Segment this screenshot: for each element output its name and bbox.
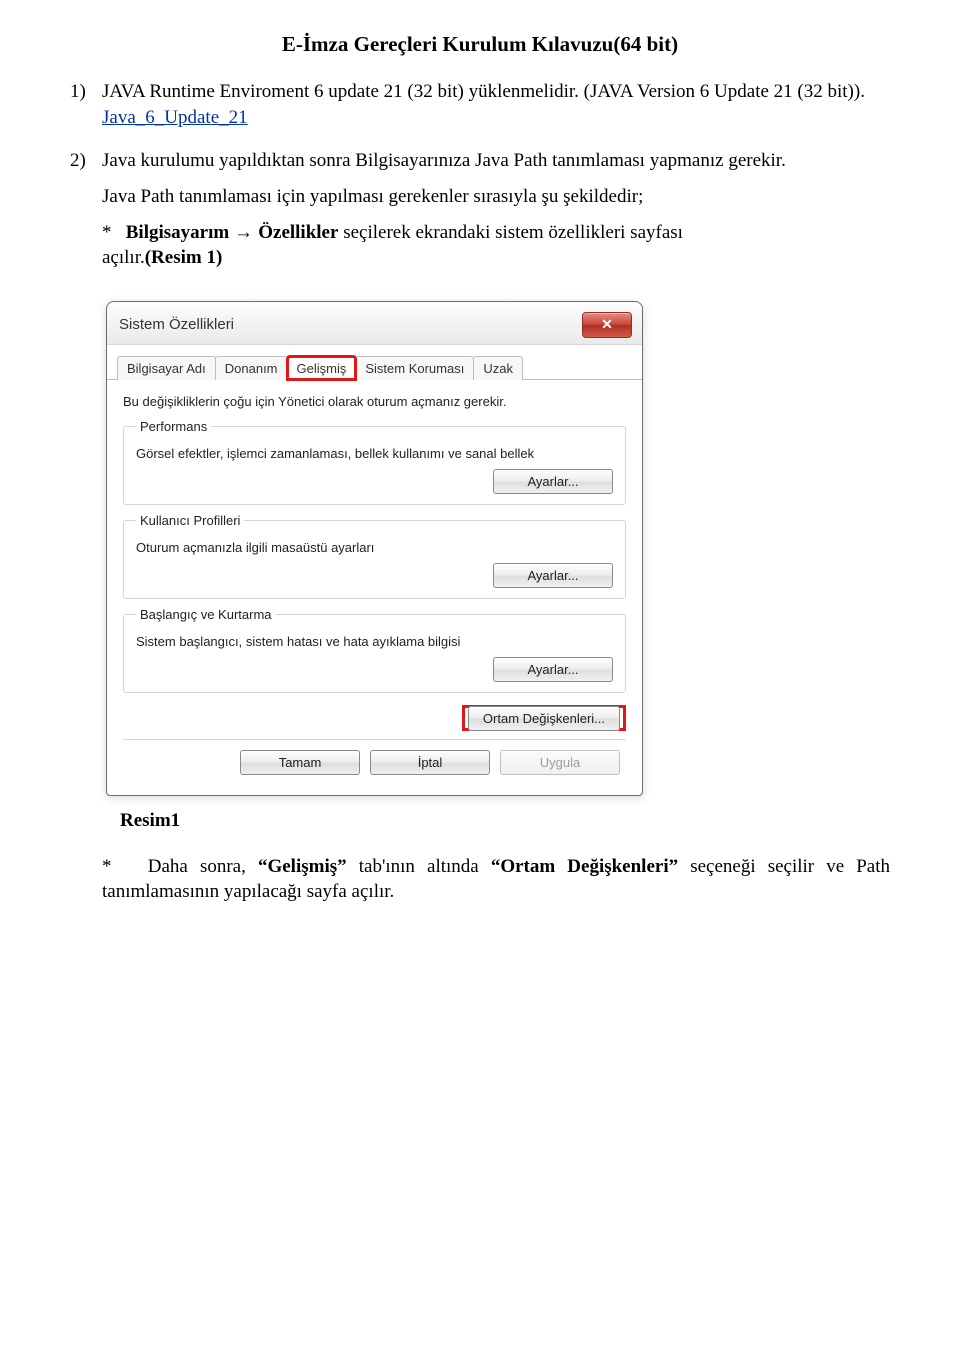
doc-title: E-İmza Gereçleri Kurulum Kılavuzu(64 bit… <box>70 32 890 57</box>
tab-row: Bilgisayar Adı Donanım Gelişmiş Sistem K… <box>107 345 642 380</box>
bullet-trail: açılır. <box>102 247 145 268</box>
apply-button[interactable]: Uygula <box>500 750 620 775</box>
system-properties-dialog: Sistem Özellikleri ✕ Bilgisayar Adı Dona… <box>106 301 643 796</box>
figure-1-caption: Resim1 <box>120 810 890 832</box>
tab-hardware[interactable]: Donanım <box>215 356 288 380</box>
tab-advanced[interactable]: Gelişmiş <box>287 356 357 380</box>
step-2-number: 2) <box>70 148 102 174</box>
bullet2-q1: “Gelişmiş” <box>258 856 359 877</box>
env-row: Ortam Değişkenleri... <box>123 701 626 731</box>
group-startup-recovery: Başlangıç ve Kurtarma Sistem başlangıcı,… <box>123 607 626 693</box>
bullet2-q2: “Ortam Değişkenleri” <box>491 856 690 877</box>
performance-settings-button[interactable]: Ayarlar... <box>493 469 613 494</box>
group-performance: Performans Görsel efektler, işlemci zama… <box>123 419 626 505</box>
divider <box>123 739 626 740</box>
close-button[interactable]: ✕ <box>582 312 632 338</box>
group-user-profiles: Kullanıcı Profilleri Oturum açmanızla il… <box>123 513 626 599</box>
bullet2-mid1: tab'ının altında <box>359 856 479 877</box>
instruction-intro: Java Path tanımlaması için yapılması ger… <box>102 184 890 210</box>
startup-recovery-settings-button[interactable]: Ayarlar... <box>493 657 613 682</box>
bullet-star: * <box>102 222 112 243</box>
step-2-text: Java kurulumu yapıldıktan sonra Bilgisay… <box>102 148 890 174</box>
env-highlight: Ortam Değişkenleri... <box>462 705 626 731</box>
ok-button[interactable]: Tamam <box>240 750 360 775</box>
tab-system-protection[interactable]: Sistem Koruması <box>355 356 474 380</box>
user-profiles-settings-button[interactable]: Ayarlar... <box>493 563 613 588</box>
dialog-footer: Tamam İptal Uygula <box>123 750 626 781</box>
close-icon: ✕ <box>601 316 613 333</box>
group-performance-legend: Performans <box>136 419 211 434</box>
java-download-link[interactable]: Java_6_Update_21 <box>102 107 248 128</box>
group-user-profiles-legend: Kullanıcı Profilleri <box>136 513 244 528</box>
cancel-button[interactable]: İptal <box>370 750 490 775</box>
bullet-ozellikler: Özellikler <box>258 222 338 243</box>
step-1-number: 1) <box>70 79 102 130</box>
admin-hint: Bu değişikliklerin çoğu için Yönetici ol… <box>123 394 626 409</box>
group-startup-recovery-desc: Sistem başlangıcı, sistem hatası ve hata… <box>136 634 613 649</box>
arrow-icon: → <box>234 222 258 243</box>
bullet-ref: (Resim 1) <box>145 247 223 268</box>
bullet-2: * Daha sonra, “Gelişmiş” tab'ının altınd… <box>102 854 890 905</box>
bullet-bilgisayarim: Bilgisayarım <box>126 222 229 243</box>
tab-computer-name[interactable]: Bilgisayar Adı <box>117 356 216 380</box>
bullet-rest: seçilerek ekrandaki sistem özellikleri s… <box>343 222 683 243</box>
tab-body: Bu değişikliklerin çoğu için Yönetici ol… <box>107 380 642 795</box>
bullet2-pre: Daha sonra, <box>148 856 246 877</box>
group-performance-desc: Görsel efektler, işlemci zamanlaması, be… <box>136 446 613 461</box>
group-user-profiles-desc: Oturum açmanızla ilgili masaüstü ayarlar… <box>136 540 613 555</box>
step-1: 1) JAVA Runtime Enviroment 6 update 21 (… <box>70 79 890 130</box>
dialog-title: Sistem Özellikleri <box>119 316 234 333</box>
dialog-titlebar: Sistem Özellikleri ✕ <box>107 302 642 345</box>
tab-remote[interactable]: Uzak <box>473 356 523 380</box>
group-startup-recovery-legend: Başlangıç ve Kurtarma <box>136 607 276 622</box>
step-2: 2) Java kurulumu yapıldıktan sonra Bilgi… <box>70 148 890 174</box>
environment-variables-button[interactable]: Ortam Değişkenleri... <box>468 706 620 731</box>
bullet2-star: * <box>102 856 112 877</box>
step-1-text: JAVA Runtime Enviroment 6 update 21 (32 … <box>102 81 865 102</box>
bullet-1: * Bilgisayarım → Özellikler seçilerek ek… <box>102 220 890 271</box>
